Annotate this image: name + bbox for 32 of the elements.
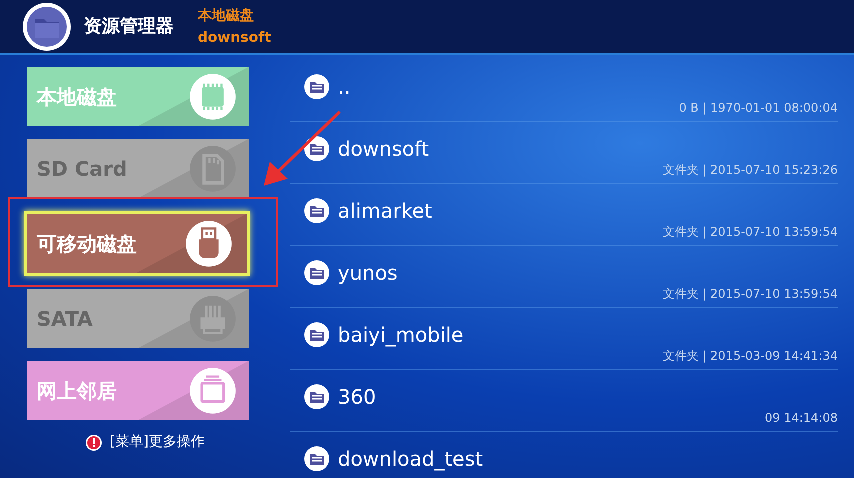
breadcrumb-folder: downsoft <box>198 28 272 48</box>
file-name[interactable]: 360 <box>338 384 376 410</box>
file-details: 文件夹 | 2015-07-10 13:59:54 <box>662 224 838 240</box>
file-details: 文件夹 | 2015-07-10 13:59:54 <box>662 286 838 302</box>
app-title: 资源管理器 <box>84 15 174 39</box>
warning-icon <box>86 434 102 450</box>
file-details: 09 14:14:08 <box>765 410 838 426</box>
file-name[interactable]: baiyi_mobile <box>338 322 464 348</box>
folder-icon <box>304 74 330 100</box>
sata-icon <box>189 294 237 342</box>
folder-icon <box>304 384 330 410</box>
drive-tile[interactable]: 可移动磁盘 <box>24 211 250 276</box>
memory-icon <box>189 72 237 120</box>
file-details: 文件夹 | 2015-03-09 14:41:34 <box>662 348 838 364</box>
file-name[interactable]: download_test <box>338 446 484 472</box>
folder-icon <box>22 2 72 52</box>
folder-icon <box>304 260 330 286</box>
menu-hint: [菜单]更多操作 <box>110 433 205 452</box>
folder-icon <box>304 136 330 162</box>
folder-icon <box>304 198 330 224</box>
file-details: 文件夹 | 2015-07-10 15:23:26 <box>662 162 838 178</box>
folder-icon <box>304 446 330 472</box>
file-name[interactable]: .. <box>338 74 351 100</box>
file-name[interactable]: downsoft <box>338 136 430 162</box>
file-name[interactable]: yunos <box>338 260 398 286</box>
folder-icon <box>304 322 330 348</box>
breadcrumb-drive: 本地磁盘 <box>198 6 255 26</box>
usb-icon <box>185 220 233 268</box>
file-name[interactable]: alimarket <box>338 198 432 224</box>
file-details: 0 B | 1970-01-01 08:00:04 <box>679 100 838 116</box>
sdcard-icon <box>189 144 237 192</box>
network-icon <box>189 366 237 414</box>
